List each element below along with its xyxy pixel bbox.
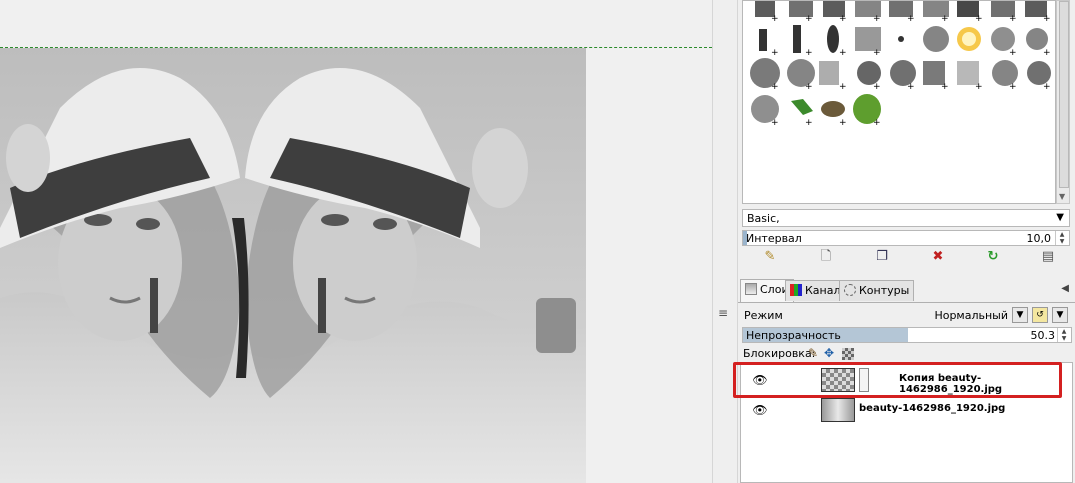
mirrored-portrait-image xyxy=(0,48,586,483)
svg-text:+: + xyxy=(873,82,881,92)
svg-text:+: + xyxy=(975,82,983,92)
interval-spin-arrows-icon[interactable]: ▲ ▼ xyxy=(1055,231,1068,245)
image-content[interactable] xyxy=(0,48,586,483)
brush-thumbnails[interactable]: + + + + + + + + + + + + + + + + + + + + + + + + + + + + xyxy=(743,1,1055,203)
duplicate-brush-icon[interactable]: ❐ xyxy=(874,249,890,265)
svg-text:+: + xyxy=(1043,48,1051,58)
svg-text:+: + xyxy=(873,14,881,24)
svg-text:+: + xyxy=(771,118,779,128)
svg-text:+: + xyxy=(771,82,779,92)
mode-switch-icon[interactable]: ↺ xyxy=(1032,307,1048,323)
interval-label: Интервал xyxy=(746,232,802,245)
lock-pixels-icon[interactable]: ✎ xyxy=(808,346,818,360)
mode-menu-icon[interactable]: ▼ xyxy=(1052,307,1068,323)
layer-mode-row: Режим Нормальный ▼ ↺ ▼ xyxy=(738,305,1075,325)
dock-tabs: Слои Каналы Контуры ◀ xyxy=(738,278,1075,303)
layer-thumbnail xyxy=(821,398,855,422)
svg-text:+: + xyxy=(771,48,779,58)
svg-text:+: + xyxy=(941,82,949,92)
interval-spinscale[interactable]: Интервал 10,0 ▲ ▼ xyxy=(742,230,1070,246)
svg-text:+: + xyxy=(907,14,915,24)
svg-text:+: + xyxy=(839,48,847,58)
svg-text:+: + xyxy=(1009,82,1017,92)
tab-paths-label: Контуры xyxy=(859,284,910,297)
svg-text:+: + xyxy=(1009,48,1017,58)
interval-value[interactable]: 10,0 xyxy=(1027,232,1052,245)
lock-alpha-icon[interactable] xyxy=(842,348,854,360)
svg-text:+: + xyxy=(839,14,847,24)
svg-text:+: + xyxy=(941,14,949,24)
svg-text:+: + xyxy=(805,48,813,58)
dock-splitter[interactable]: ≡ xyxy=(712,0,738,483)
opacity-value[interactable]: 50.3 xyxy=(1031,329,1056,342)
channels-icon xyxy=(790,284,802,296)
mode-value[interactable]: Нормальный xyxy=(928,309,1008,322)
annotation-highlight-box xyxy=(733,362,1062,398)
scroll-down-icon[interactable]: ▼ xyxy=(1059,192,1065,201)
brush-preset-value: Basic, xyxy=(747,212,780,225)
chevron-down-icon[interactable]: ▼ xyxy=(1056,212,1064,223)
delete-brush-icon[interactable]: ✖ xyxy=(930,249,946,265)
svg-text:+: + xyxy=(1043,14,1051,24)
scrollbar-thumb[interactable] xyxy=(1059,1,1069,188)
svg-text:+: + xyxy=(771,14,779,24)
svg-text:+: + xyxy=(873,118,881,128)
brush-preset-select[interactable]: Basic, ▼ xyxy=(742,209,1070,227)
layers-icon xyxy=(745,283,757,295)
paths-icon xyxy=(844,284,856,296)
image-canvas[interactable] xyxy=(0,0,712,483)
right-dock: + + + + + + + + + + + + + + + + + + + + + + + + + + + + ▼ B… xyxy=(738,0,1075,483)
brushes-grid[interactable]: + + + + + + + + + + + + + + + + + + + + + + + + + + + + xyxy=(742,0,1056,204)
svg-text:+: + xyxy=(873,48,881,58)
tab-menu-icon[interactable]: ◀ xyxy=(1061,283,1069,294)
svg-text:+: + xyxy=(839,82,847,92)
opacity-spin-arrows-icon[interactable]: ▲ ▼ xyxy=(1057,328,1070,342)
svg-text:+: + xyxy=(1009,14,1017,24)
svg-text:+: + xyxy=(805,14,813,24)
svg-text:+: + xyxy=(907,82,915,92)
brushes-toolbar: ✎ 🗋 ❐ ✖ ↻ ▤ xyxy=(742,246,1070,268)
svg-text:+: + xyxy=(975,14,983,24)
opacity-label: Непрозрачность xyxy=(746,329,841,342)
brushes-scrollbar[interactable]: ▼ xyxy=(1056,0,1070,204)
lock-position-icon[interactable]: ✥ xyxy=(824,346,834,360)
splitter-grip-icon[interactable]: ≡ xyxy=(718,306,728,320)
refresh-brushes-icon[interactable]: ↻ xyxy=(985,249,1001,265)
opacity-spinscale[interactable]: Непрозрачность 50.3 ▲ ▼ xyxy=(742,327,1072,343)
lock-row: Блокировка: ✎ ✥ xyxy=(738,346,1075,362)
mode-dropdown-icon[interactable]: ▼ xyxy=(1012,307,1028,323)
visibility-eye-icon[interactable]: 👁 xyxy=(751,403,769,417)
tab-paths[interactable]: Контуры xyxy=(839,280,915,301)
layer-name[interactable]: beauty-1462986_1920.jpg xyxy=(859,403,1005,414)
open-brush-as-image-icon[interactable]: ▤ xyxy=(1040,249,1056,265)
svg-text:+: + xyxy=(805,82,813,92)
svg-text:+: + xyxy=(839,118,847,128)
new-brush-icon[interactable]: 🗋 xyxy=(818,249,834,265)
svg-text:+: + xyxy=(805,118,813,128)
lock-label: Блокировка: xyxy=(743,347,816,360)
edit-brush-icon[interactable]: ✎ xyxy=(762,249,778,265)
layer-row[interactable]: 👁 beauty-1462986_1920.jpg xyxy=(741,395,1072,425)
svg-text:+: + xyxy=(1043,82,1051,92)
mode-label: Режим xyxy=(744,309,783,322)
